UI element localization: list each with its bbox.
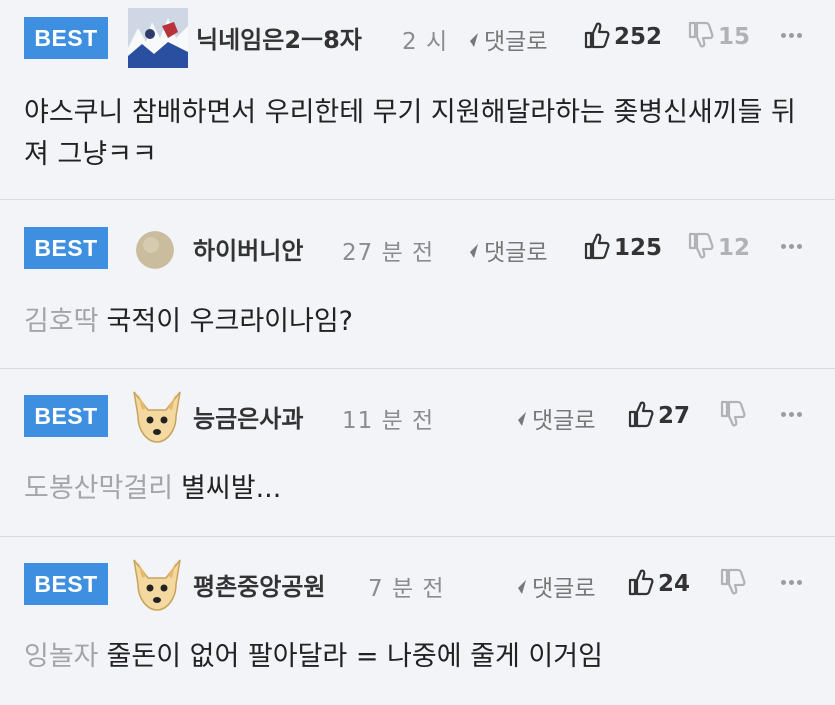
comment-text: 잉놀자 줄돈이 없어 팔아달라 = 나중에 줄게 이거임 [24, 636, 811, 678]
dislike-button[interactable] [720, 400, 750, 429]
thumbs-down-icon [688, 232, 714, 259]
dog-avatar-image [133, 391, 181, 443]
timestamp: 7 분 전 [368, 576, 445, 602]
thumbs-up-icon [584, 233, 610, 260]
reply-arrow-icon [462, 244, 478, 260]
reply-label: 댓글로 [532, 408, 596, 434]
comment-item: BEST 능금은사과 11 분 전 댓글로 27 도봉산막걸리 별씨발... [0, 370, 835, 537]
reply-button[interactable]: 댓글로 [508, 569, 595, 603]
comment-text: 야스쿠니 참배하면서 우리한테 무기 지원해달라하는 좆병신새끼들 뒤져 그냥ㅋ… [24, 92, 811, 176]
avatar-image [136, 231, 174, 269]
dislike-button[interactable]: 12 [688, 232, 750, 261]
more-options-icon[interactable] [781, 412, 807, 420]
mention-username[interactable]: 잉놀자 [24, 641, 99, 672]
comment-body: 줄돈이 없어 팔아달라 = 나중에 줄게 이거임 [106, 641, 603, 672]
comment-item: BEST 하이버니안 27 분 전 댓글로 125 12 김호딱 국적이 우크라이… [0, 201, 835, 369]
reply-label: 댓글로 [484, 240, 548, 266]
reply-label: 댓글로 [532, 576, 596, 602]
best-badge: BEST [24, 395, 108, 437]
like-button[interactable]: 252 [584, 21, 662, 50]
best-badge: BEST [24, 17, 108, 59]
reply-arrow-icon [510, 412, 526, 428]
best-badge: BEST [24, 563, 108, 605]
comment-text: 김호딱 국적이 우크라이나임? [24, 301, 811, 343]
avatar[interactable] [128, 556, 186, 614]
reply-button[interactable]: 댓글로 [508, 401, 595, 435]
like-count: 24 [658, 571, 691, 597]
avatar[interactable] [128, 8, 188, 68]
thumbs-down-icon [688, 21, 714, 48]
comment-body: 별씨발... [181, 473, 282, 504]
thumbs-up-icon [584, 22, 610, 49]
nickname[interactable]: 닉네임은2ㅡ8자 [196, 20, 362, 55]
more-options-icon[interactable] [781, 244, 807, 252]
comment-body: 야스쿠니 참배하면서 우리한테 무기 지원해달라하는 좆병신새끼들 뒤져 그냥ㅋ… [24, 97, 796, 170]
comment-text: 도봉산막걸리 별씨발... [24, 468, 811, 510]
best-badge: BEST [24, 227, 108, 269]
dislike-button[interactable]: 15 [688, 21, 750, 50]
comment-body: 국적이 우크라이나임? [106, 306, 354, 337]
nickname[interactable]: 하이버니안 [193, 231, 303, 266]
timestamp: 11 분 전 [342, 408, 435, 434]
nickname[interactable]: 능금은사과 [193, 399, 303, 434]
reply-button[interactable]: 댓글로 [460, 233, 547, 267]
thumbs-down-icon [720, 568, 746, 595]
mention-username[interactable]: 도봉산막걸리 [24, 473, 173, 504]
like-count: 252 [614, 24, 663, 50]
reply-arrow-icon [462, 33, 478, 49]
thumbs-up-icon [628, 569, 654, 596]
comment-item: BEST 평촌중앙공원 7 분 전 댓글로 24 잉놀자 줄돈이 없어 팔아달라 … [0, 538, 835, 705]
thumbs-up-icon [628, 401, 654, 428]
avatar[interactable] [136, 231, 174, 269]
comment-item: BEST 닉네임은2ㅡ8자 2 시 댓글로 252 15 야스쿠니 참배하면서 … [0, 0, 835, 200]
more-options-icon[interactable] [781, 33, 807, 41]
thumbs-down-icon [720, 400, 746, 427]
like-button[interactable]: 125 [584, 232, 662, 261]
dog-avatar-image [133, 559, 181, 611]
like-button[interactable]: 24 [628, 568, 690, 597]
dislike-count: 12 [718, 235, 751, 261]
reply-button[interactable]: 댓글로 [460, 22, 547, 56]
more-options-icon[interactable] [781, 580, 807, 588]
avatar-image [128, 8, 188, 68]
timestamp: 2 시 [402, 29, 449, 55]
nickname[interactable]: 평촌중앙공원 [193, 567, 325, 602]
reply-label: 댓글로 [484, 29, 548, 55]
timestamp: 27 분 전 [342, 240, 435, 266]
mention-username[interactable]: 김호딱 [24, 306, 99, 337]
like-count: 125 [614, 235, 663, 261]
avatar[interactable] [128, 388, 186, 446]
like-count: 27 [658, 403, 691, 429]
like-button[interactable]: 27 [628, 400, 690, 429]
dislike-button[interactable] [720, 568, 750, 597]
dislike-count: 15 [718, 24, 751, 50]
reply-arrow-icon [510, 580, 526, 596]
